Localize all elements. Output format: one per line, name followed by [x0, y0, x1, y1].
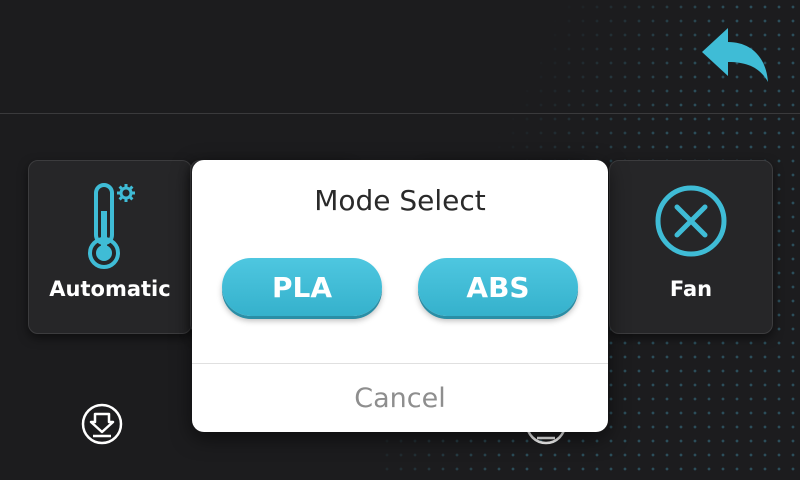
header-divider [0, 113, 800, 114]
automatic-label: Automatic [49, 277, 171, 301]
dialog-title: Mode Select [314, 184, 486, 217]
download-icon [81, 403, 123, 445]
pla-button[interactable]: PLA [222, 258, 382, 316]
fan-label: Fan [669, 277, 713, 301]
download-button[interactable] [80, 402, 124, 446]
back-button[interactable] [698, 26, 774, 90]
undo-arrow-icon [702, 28, 768, 82]
mode-select-dialog: Mode Select PLA ABS Cancel [192, 160, 608, 432]
thermometer-gear-icon [88, 183, 135, 269]
circle-x-icon [655, 185, 727, 257]
abs-button[interactable]: ABS [418, 258, 578, 316]
fan-tile[interactable]: Fan [609, 160, 773, 334]
screen: Automatic Fan Mode Select PLA ABS Cancel [0, 0, 800, 480]
automatic-tile[interactable]: Automatic [28, 160, 192, 334]
cancel-button[interactable]: Cancel [192, 364, 608, 432]
